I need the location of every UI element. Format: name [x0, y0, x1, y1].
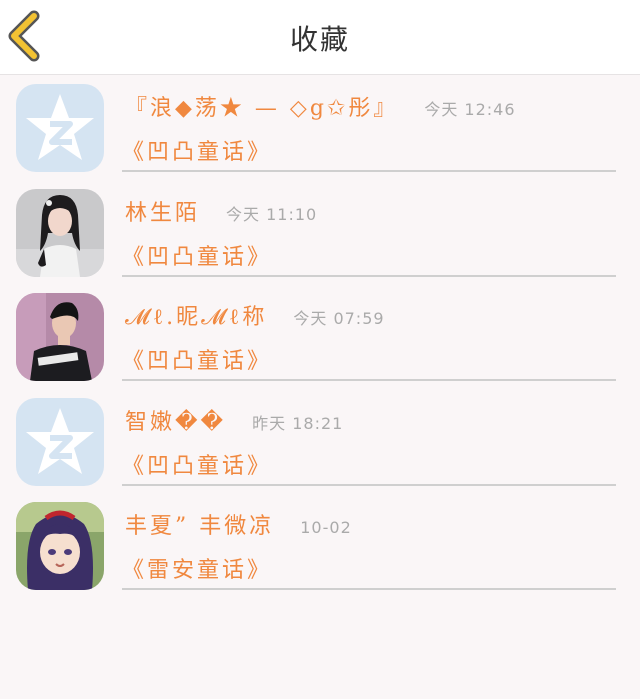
divider [122, 170, 616, 172]
timestamp: 今天 12:46 [424, 100, 516, 119]
list-item[interactable]: 『浪◆荡★ — ◇g✩彤』 今天 12:46 《凹凸童话》 [0, 76, 640, 181]
divider [122, 483, 616, 486]
top-bar: 收藏 [0, 0, 640, 75]
qzone-star-icon [16, 84, 104, 172]
divider [122, 379, 616, 381]
user-name[interactable]: 丰夏” 丰微凉 [125, 508, 274, 540]
user-name[interactable]: 林生陌 [125, 195, 200, 227]
user-photo-icon [16, 188, 104, 277]
avatar[interactable] [16, 397, 104, 486]
list-item[interactable]: 𝓜ℓ.昵𝓜ℓ称 今天 07:59 《凹凸童话》 [0, 285, 640, 390]
favorites-list: 『浪◆荡★ — ◇g✩彤』 今天 12:46 《凹凸童话》 林生陌 今天 11:… [0, 76, 640, 599]
avatar[interactable] [16, 293, 104, 381]
qzone-star-icon [16, 397, 104, 486]
timestamp: 昨天 18:21 [252, 413, 344, 433]
book-title[interactable]: 《凹凸童话》 [122, 343, 272, 375]
book-title[interactable]: 《凹凸童话》 [122, 239, 272, 271]
divider [122, 588, 616, 590]
book-title[interactable]: 《雷安童话》 [122, 552, 272, 584]
item-header: 𝓜ℓ.昵𝓜ℓ称 今天 07:59 [125, 299, 385, 331]
page-title: 收藏 [289, 23, 350, 56]
item-header: 『浪◆荡★ — ◇g✩彤』 今天 12:46 [125, 90, 516, 122]
list-item[interactable]: 林生陌 今天 11:10 《凹凸童话》 [0, 181, 640, 286]
item-header: 智嫩�� 昨天 18:21 [125, 404, 343, 436]
user-name[interactable]: 智嫩�� [125, 404, 226, 436]
avatar[interactable] [16, 188, 104, 277]
avatar[interactable] [16, 502, 104, 590]
anime-avatar-icon [16, 502, 104, 590]
timestamp: 今天 07:59 [293, 309, 385, 328]
item-header: 林生陌 今天 11:10 [125, 195, 317, 227]
book-title[interactable]: 《凹凸童话》 [122, 134, 272, 166]
list-item[interactable]: 智嫩�� 昨天 18:21 《凹凸童话》 [0, 390, 640, 495]
timestamp: 今天 11:10 [226, 204, 318, 224]
divider [122, 274, 616, 277]
timestamp: 10-02 [300, 518, 352, 537]
list-item[interactable]: 丰夏” 丰微凉 10-02 《雷安童话》 [0, 494, 640, 599]
user-name[interactable]: 𝓜ℓ.昵𝓜ℓ称 [125, 299, 267, 331]
book-title[interactable]: 《凹凸童话》 [122, 448, 272, 480]
avatar[interactable] [16, 84, 104, 172]
user-photo-icon [16, 293, 104, 381]
item-header: 丰夏” 丰微凉 10-02 [125, 508, 352, 540]
user-name[interactable]: 『浪◆荡★ — ◇g✩彤』 [125, 90, 398, 122]
